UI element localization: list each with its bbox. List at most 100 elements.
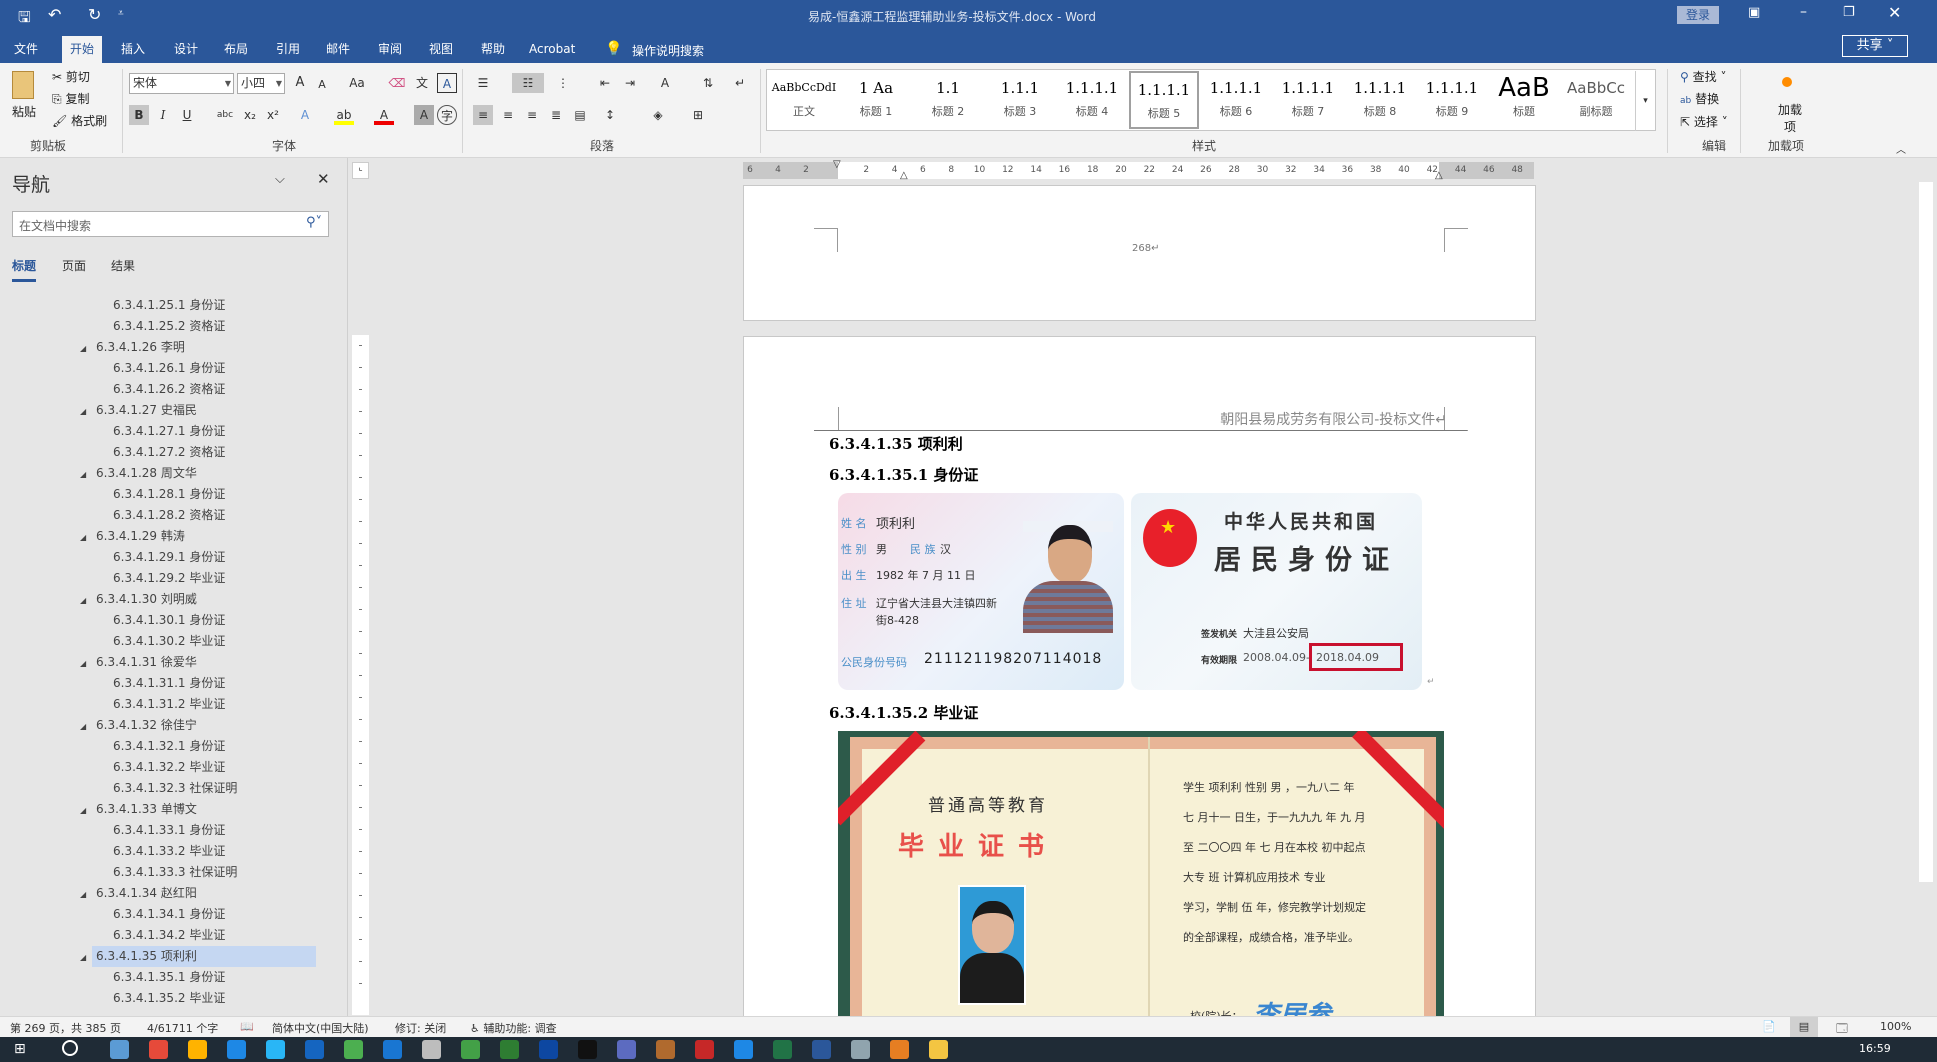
minimize-button[interactable]: – bbox=[1800, 4, 1807, 20]
format-painter-button[interactable]: 🖌 格式刷 bbox=[52, 112, 107, 129]
heading-person[interactable]: 6.3.4.1.35 项利利 bbox=[829, 433, 963, 454]
collapse-triangle-icon[interactable]: ◢ bbox=[80, 659, 86, 668]
style-9[interactable]: 1.1.1.1 标题 9 bbox=[1417, 71, 1487, 129]
sort-icon[interactable]: ⇅ bbox=[698, 73, 718, 93]
taskbar-app-icon[interactable] bbox=[539, 1040, 558, 1059]
taskbar-app-icon[interactable] bbox=[422, 1040, 441, 1059]
tab-help[interactable]: 帮助 bbox=[473, 36, 513, 63]
show-marks-icon[interactable]: ↵ bbox=[730, 73, 750, 93]
collapse-triangle-icon[interactable]: ◢ bbox=[80, 344, 86, 353]
increase-indent-icon[interactable]: ⇥ bbox=[620, 73, 640, 93]
collapse-triangle-icon[interactable]: ◢ bbox=[80, 533, 86, 542]
shading-icon[interactable]: ◈ bbox=[648, 105, 668, 125]
highlight-icon[interactable]: ab bbox=[334, 105, 354, 125]
taskbar-app-icon[interactable] bbox=[695, 1040, 714, 1059]
taskbar-app-icon[interactable] bbox=[929, 1040, 948, 1059]
text-effects-icon[interactable]: A bbox=[295, 105, 315, 125]
nav-heading-item[interactable]: 6.3.4.1.33 单博文 bbox=[92, 799, 197, 820]
taskbar-app-icon[interactable] bbox=[656, 1040, 675, 1059]
decrease-indent-icon[interactable]: ⇤ bbox=[595, 73, 615, 93]
heading-id-card[interactable]: 6.3.4.1.35.1 身份证 bbox=[829, 464, 978, 485]
nav-heading-item[interactable]: 6.3.4.1.31 徐爱华 bbox=[92, 652, 197, 673]
taskbar-app-icon[interactable] bbox=[578, 1040, 597, 1059]
taskbar-app-icon[interactable] bbox=[500, 1040, 519, 1059]
heading-diploma[interactable]: 6.3.4.1.35.2 毕业证 bbox=[829, 702, 978, 723]
right-indent-marker[interactable]: △ bbox=[1435, 170, 1443, 181]
nav-heading-item[interactable]: 6.3.4.1.34.2 毕业证 bbox=[113, 925, 225, 946]
horizontal-ruler[interactable]: 6 4 2 2 4 6 8 10 12 14 16 18 20 22 24 26 28 30 32 34 36 38 40 4… bbox=[743, 159, 1534, 181]
tab-acrobat[interactable]: Acrobat bbox=[521, 36, 583, 63]
grow-font-button[interactable]: A bbox=[290, 73, 310, 93]
nav-heading-item[interactable]: 6.3.4.1.29.2 毕业证 bbox=[113, 568, 225, 589]
nav-heading-item[interactable]: 6.3.4.1.25.2 资格证 bbox=[113, 316, 225, 337]
cut-button[interactable]: ✂ 剪切 bbox=[52, 68, 90, 85]
collapse-triangle-icon[interactable]: ◢ bbox=[80, 722, 86, 731]
addins-button[interactable]: 加载项 bbox=[1778, 101, 1802, 135]
page-269[interactable]: 朝阳县易成劳务有限公司-投标文件↵ 6.3.4.1.35 项利利 6.3.4.1… bbox=[743, 336, 1536, 1036]
change-case-button[interactable]: Aa bbox=[343, 73, 371, 93]
enclose-char-icon[interactable]: 字 bbox=[437, 105, 457, 125]
nav-heading-item[interactable]: 6.3.4.1.35.1 身份证 bbox=[113, 967, 225, 988]
taskbar-app-icon[interactable] bbox=[149, 1040, 168, 1059]
clear-format-icon[interactable]: ⌫ bbox=[387, 73, 407, 93]
char-shading-icon[interactable]: A bbox=[414, 105, 434, 125]
start-icon[interactable]: ⊞ bbox=[14, 1041, 26, 1057]
char-border-icon[interactable]: A bbox=[437, 73, 457, 93]
nav-heading-item[interactable]: 6.3.4.1.25.1 身份证 bbox=[113, 295, 225, 316]
tab-view[interactable]: 视图 bbox=[421, 36, 461, 63]
tab-review[interactable]: 审阅 bbox=[370, 36, 410, 63]
nav-heading-item[interactable]: 6.3.4.1.27.1 身份证 bbox=[113, 421, 225, 442]
bold-button[interactable]: B bbox=[129, 105, 149, 125]
collapse-triangle-icon[interactable]: ◢ bbox=[80, 890, 86, 899]
taskbar-app-icon[interactable] bbox=[851, 1040, 870, 1059]
chinese-layout-icon[interactable]: A bbox=[655, 73, 675, 93]
style-11[interactable]: AaBbCc 副标题 bbox=[1561, 71, 1631, 129]
borders-icon[interactable]: ⊞ bbox=[688, 105, 708, 125]
subscript-button[interactable]: x₂ bbox=[240, 105, 260, 125]
nav-heading-item[interactable]: 6.3.4.1.32.2 毕业证 bbox=[113, 757, 225, 778]
taskbar-app-icon[interactable] bbox=[617, 1040, 636, 1059]
style-10[interactable]: AaB 标题 bbox=[1489, 71, 1559, 129]
taskbar-app-icon[interactable] bbox=[890, 1040, 909, 1059]
first-line-indent-marker[interactable]: ▽ bbox=[833, 159, 841, 170]
italic-button[interactable]: I bbox=[153, 105, 173, 125]
login-button[interactable]: 登录 bbox=[1677, 6, 1719, 24]
superscript-button[interactable]: x² bbox=[263, 105, 283, 125]
collapse-triangle-icon[interactable]: ◢ bbox=[80, 806, 86, 815]
nav-heading-item[interactable]: 6.3.4.1.30.2 毕业证 bbox=[113, 631, 225, 652]
distributed-icon[interactable]: ▤ bbox=[570, 105, 590, 125]
style-0[interactable]: AaBbCcDdI 正文 bbox=[769, 71, 839, 129]
redo-icon[interactable]: ↻ bbox=[88, 5, 101, 24]
taskbar-app-icon[interactable] bbox=[110, 1040, 129, 1059]
nav-tab-pages[interactable]: 页面 bbox=[62, 257, 86, 274]
undo-icon[interactable]: ↶ bbox=[48, 5, 61, 24]
language[interactable]: 简体中文(中国大陆) bbox=[272, 1020, 369, 1036]
vertical-ruler[interactable] bbox=[352, 335, 369, 1015]
nav-tab-headings[interactable]: 标题 bbox=[12, 257, 37, 282]
taskbar-app-icon[interactable] bbox=[383, 1040, 402, 1059]
nav-heading-item[interactable]: 6.3.4.1.26.1 身份证 bbox=[113, 358, 225, 379]
tab-home[interactable]: 开始 bbox=[62, 36, 103, 63]
font-name-select[interactable]: 宋体 ▼ bbox=[129, 73, 234, 94]
nav-tab-results[interactable]: 结果 bbox=[111, 257, 135, 274]
select-button[interactable]: ⇱ 选择 ˅ bbox=[1680, 113, 1728, 130]
style-1[interactable]: 1 Aa 标题 1 bbox=[841, 71, 911, 129]
font-color-icon[interactable]: A bbox=[374, 105, 394, 125]
track-changes[interactable]: 修订: 关闭 bbox=[395, 1020, 446, 1036]
tab-insert[interactable]: 插入 bbox=[113, 36, 153, 63]
nav-heading-item[interactable]: 6.3.4.1.33.3 社保证明 bbox=[113, 862, 237, 883]
tab-design[interactable]: 设计 bbox=[166, 36, 206, 63]
nav-heading-item[interactable]: 6.3.4.1.30 刘明威 bbox=[92, 589, 197, 610]
strikethrough-button[interactable]: abc bbox=[213, 105, 237, 125]
word-count[interactable]: 4/61711 个字 bbox=[147, 1020, 218, 1036]
replace-button[interactable]: ab 替换 bbox=[1680, 90, 1719, 107]
tab-file[interactable]: 文件 bbox=[6, 36, 46, 63]
collapse-triangle-icon[interactable]: ◢ bbox=[80, 470, 86, 479]
nav-heading-item[interactable]: 6.3.4.1.28.2 资格证 bbox=[113, 505, 225, 526]
style-8[interactable]: 1.1.1.1 标题 8 bbox=[1345, 71, 1415, 129]
nav-heading-item[interactable]: 6.3.4.1.32 徐佳宁 bbox=[92, 715, 197, 736]
nav-heading-item[interactable]: 6.3.4.1.33.1 身份证 bbox=[113, 820, 225, 841]
justify-icon[interactable]: ≣ bbox=[546, 105, 566, 125]
tab-selector[interactable]: ⌞ bbox=[352, 162, 369, 179]
search-icon[interactable]: ⚲˅ bbox=[306, 215, 322, 230]
